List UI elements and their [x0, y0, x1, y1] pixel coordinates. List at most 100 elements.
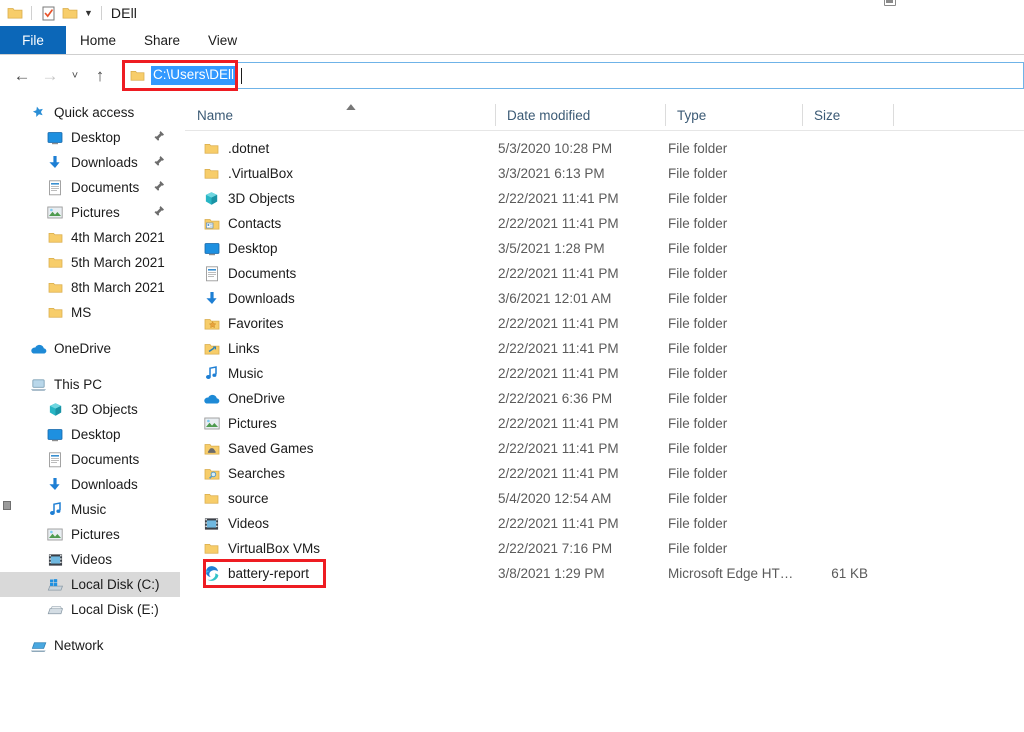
- table-row[interactable]: Pictures 2/22/2021 11:41 PM File folder: [185, 411, 1024, 436]
- forward-button[interactable]: →: [36, 62, 64, 90]
- properties-icon[interactable]: [37, 2, 59, 24]
- table-row[interactable]: .VirtualBox 3/3/2021 6:13 PM File folder: [185, 161, 1024, 186]
- address-bar[interactable]: C:\Users\DEll: [122, 62, 1024, 89]
- file-name-cell[interactable]: Music: [203, 361, 263, 386]
- file-name-cell[interactable]: Videos: [203, 511, 269, 536]
- column-divider-4[interactable]: [893, 104, 894, 126]
- table-row[interactable]: .dotnet 5/3/2020 10:28 PM File folder: [185, 136, 1024, 161]
- file-name-cell[interactable]: source: [203, 486, 269, 511]
- table-row[interactable]: Searches 2/22/2021 11:41 PM File folder: [185, 461, 1024, 486]
- cloud-icon: [28, 340, 48, 358]
- table-row[interactable]: 3D Objects 2/22/2021 11:41 PM File folde…: [185, 186, 1024, 211]
- sidebar-item-pc-documents[interactable]: Documents: [0, 447, 180, 472]
- sidebar-item-4th-march-2021[interactable]: 4th March 2021: [0, 225, 180, 250]
- pin-icon[interactable]: [153, 205, 166, 219]
- table-row[interactable]: Videos 2/22/2021 11:41 PM File folder: [185, 511, 1024, 536]
- file-name-cell[interactable]: 3D Objects: [203, 186, 295, 211]
- table-row[interactable]: Links 2/22/2021 11:41 PM File folder: [185, 336, 1024, 361]
- sidebar-label: 5th March 2021: [71, 250, 165, 275]
- table-row[interactable]: Documents 2/22/2021 11:41 PM File folder: [185, 261, 1024, 286]
- file-name-cell[interactable]: Desktop: [203, 236, 278, 261]
- sidebar-item-3d-objects[interactable]: 3D Objects: [0, 397, 180, 422]
- sidebar-item-local-disk-e[interactable]: Local Disk (E:): [0, 597, 180, 622]
- sidebar-label: OneDrive: [54, 336, 111, 361]
- file-name: Documents: [228, 266, 296, 281]
- sidebar-item-network[interactable]: Network: [0, 633, 180, 658]
- download-icon: [203, 290, 220, 307]
- file-date: 5/3/2020 10:28 PM: [498, 141, 612, 156]
- tab-share[interactable]: Share: [130, 26, 194, 54]
- column-header-date-modified[interactable]: Date modified: [495, 100, 665, 130]
- sidebar-item-8th-march-2021[interactable]: 8th March 2021: [0, 275, 180, 300]
- column-header-size[interactable]: Size: [802, 100, 893, 130]
- folder-icon: [45, 304, 65, 322]
- file-name-cell[interactable]: Pictures: [203, 411, 277, 436]
- sidebar-item-downloads[interactable]: Downloads: [0, 150, 180, 175]
- pin-icon[interactable]: [153, 155, 166, 169]
- back-button[interactable]: ←: [8, 62, 36, 90]
- table-row[interactable]: source 5/4/2020 12:54 AM File folder: [185, 486, 1024, 511]
- sidebar-item-5th-march-2021[interactable]: 5th March 2021: [0, 250, 180, 275]
- sidebar-item-quick-access[interactable]: Quick access: [0, 100, 180, 125]
- pin-icon[interactable]: [153, 130, 166, 144]
- address-input[interactable]: C:\Users\DEll: [151, 66, 235, 85]
- restore-window-button[interactable]: [884, 0, 896, 6]
- table-row[interactable]: Saved Games 2/22/2021 11:41 PM File fold…: [185, 436, 1024, 461]
- new-folder-icon[interactable]: [59, 2, 81, 24]
- column-header-type[interactable]: Type: [665, 100, 802, 130]
- sidebar-label: Documents: [71, 175, 139, 200]
- sidebar-item-documents[interactable]: Documents: [0, 175, 180, 200]
- tab-view[interactable]: View: [194, 26, 251, 54]
- table-row[interactable]: OneDrive 2/22/2021 6:36 PM File folder: [185, 386, 1024, 411]
- table-row[interactable]: Downloads 3/6/2021 12:01 AM File folder: [185, 286, 1024, 311]
- videos-icon: [45, 551, 65, 569]
- file-name-cell[interactable]: Links: [203, 336, 260, 361]
- table-row[interactable]: Music 2/22/2021 11:41 PM File folder: [185, 361, 1024, 386]
- up-button[interactable]: ↑: [86, 62, 114, 90]
- file-type: File folder: [668, 241, 727, 256]
- text-caret: [241, 68, 242, 84]
- table-row[interactable]: VirtualBox VMs 2/22/2021 7:16 PM File fo…: [185, 536, 1024, 561]
- file-name-cell[interactable]: .dotnet: [203, 136, 269, 161]
- sidebar-item-pc-downloads[interactable]: Downloads: [0, 472, 180, 497]
- file-name-cell[interactable]: Downloads: [203, 286, 295, 311]
- pin-icon[interactable]: [153, 180, 166, 194]
- recent-locations-icon[interactable]: ˅: [64, 62, 86, 90]
- table-row[interactable]: Contacts 2/22/2021 11:41 PM File folder: [185, 211, 1024, 236]
- file-name-cell[interactable]: Contacts: [203, 211, 281, 236]
- sidebar-item-this-pc[interactable]: This PC: [0, 372, 180, 397]
- file-name-cell[interactable]: Searches: [203, 461, 285, 486]
- address-folder-icon: [130, 69, 145, 82]
- sidebar-item-ms[interactable]: MS: [0, 300, 180, 325]
- tab-home[interactable]: Home: [66, 26, 130, 54]
- file-name-cell[interactable]: VirtualBox VMs: [203, 536, 320, 561]
- sidebar-item-desktop[interactable]: Desktop: [0, 125, 180, 150]
- sidebar-item-pc-desktop[interactable]: Desktop: [0, 422, 180, 447]
- sidebar-item-local-disk-c[interactable]: Local Disk (C:): [0, 572, 180, 597]
- sidebar-item-pc-music[interactable]: Music: [0, 497, 180, 522]
- file-name-cell[interactable]: Documents: [203, 261, 296, 286]
- battery-report-row[interactable]: battery-report 3/8/2021 1:29 PM Microsof…: [185, 561, 1024, 586]
- table-row[interactable]: Favorites 2/22/2021 11:41 PM File folder: [185, 311, 1024, 336]
- sidebar-item-pc-pictures[interactable]: Pictures: [0, 522, 180, 547]
- sidebar-label: Pictures: [71, 522, 120, 547]
- folder-icon[interactable]: [4, 2, 26, 24]
- table-row[interactable]: Desktop 3/5/2021 1:28 PM File folder: [185, 236, 1024, 261]
- sidebar-label: Network: [54, 633, 104, 658]
- header-bottom-border: [185, 130, 1024, 131]
- column-header-name[interactable]: Name ▲: [185, 100, 495, 130]
- file-name-cell[interactable]: Saved Games: [203, 436, 314, 461]
- sidebar-label: Desktop: [71, 125, 121, 150]
- sidebar-item-pictures[interactable]: Pictures: [0, 200, 180, 225]
- sidebar-item-pc-videos[interactable]: Videos: [0, 547, 180, 572]
- sidebar-item-onedrive[interactable]: OneDrive: [0, 336, 180, 361]
- file-name-cell[interactable]: .VirtualBox: [203, 161, 293, 186]
- file-name-cell[interactable]: battery-report: [203, 561, 309, 586]
- tab-file[interactable]: File: [0, 26, 66, 54]
- file-name-cell[interactable]: Favorites: [203, 311, 284, 336]
- sidebar-label: Music: [71, 497, 106, 522]
- chevron-down-icon[interactable]: ▼: [81, 8, 96, 18]
- music-icon: [203, 365, 220, 382]
- file-name-cell[interactable]: OneDrive: [203, 386, 285, 411]
- file-date: 2/22/2021 11:41 PM: [498, 316, 619, 331]
